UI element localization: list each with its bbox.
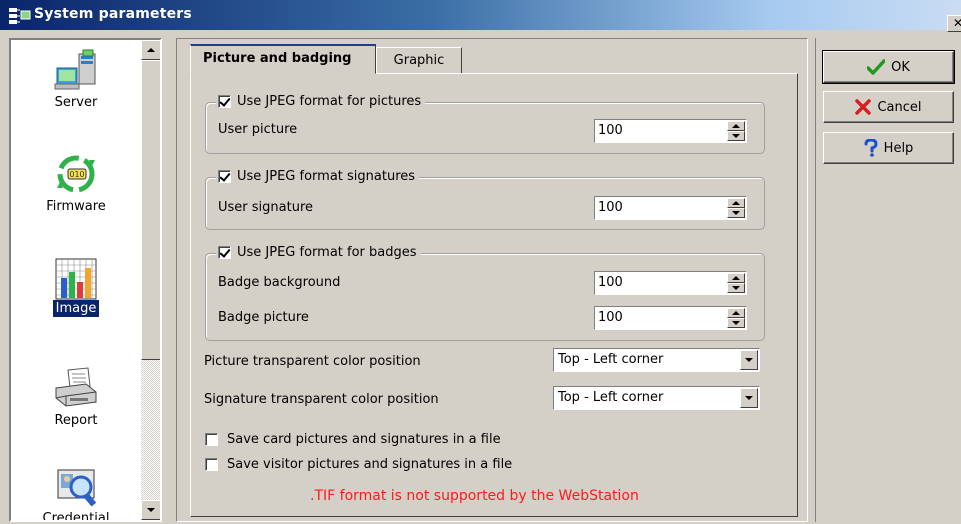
save-card-pictures-row[interactable]: Save card pictures and signatures in a f…: [205, 432, 501, 447]
credential-icon: [57, 469, 97, 507]
use-jpeg-badges-checkbox[interactable]: [218, 246, 231, 259]
arrow-up-icon: [732, 124, 740, 128]
group-legend: Use JPEG format signatures: [216, 169, 420, 184]
help-label: Help: [883, 140, 914, 156]
spinner-up-button[interactable]: [727, 273, 745, 283]
ok-button[interactable]: OK: [822, 50, 955, 84]
cancel-button[interactable]: Cancel: [823, 91, 954, 123]
window-title: System parameters: [34, 6, 192, 22]
spinner-down-button[interactable]: [727, 208, 745, 218]
category-list-scrollbar[interactable]: [141, 40, 160, 520]
spinner-down-button[interactable]: [727, 283, 745, 293]
category-list: Server 010 Firmware Image Report Credent…: [9, 38, 162, 522]
nav-item-firmware[interactable]: 010 Firmware: [11, 150, 141, 215]
badge-picture-spinner[interactable]: 100: [594, 306, 747, 330]
spinner-up-button[interactable]: [727, 308, 745, 318]
scroll-up-button[interactable]: [141, 40, 160, 60]
save-visitor-pictures-label: Save visitor pictures and signatures in …: [227, 457, 513, 472]
chevron-down-icon: [745, 358, 753, 362]
select-value: Top - Left corner: [558, 352, 664, 367]
spinner-down-button[interactable]: [727, 318, 745, 328]
checkmark-icon: [867, 59, 886, 75]
arrow-up-icon: [147, 48, 155, 52]
nav-label: Firmware: [46, 199, 106, 214]
scroll-thumb[interactable]: [141, 60, 160, 360]
spinner-up-button[interactable]: [727, 198, 745, 208]
ok-label: OK: [891, 59, 910, 75]
dropdown-button[interactable]: [740, 350, 758, 370]
arrow-down-icon: [732, 321, 740, 325]
chevron-down-icon: [745, 396, 753, 400]
title-bar: System parameters ✕: [0, 0, 961, 32]
spinner-value: 100: [598, 123, 623, 138]
printer-icon: [55, 367, 97, 407]
nav-item-report[interactable]: Report: [11, 366, 141, 429]
nav-label: Report: [54, 413, 98, 428]
arrow-down-icon: [732, 134, 740, 138]
picture-transparent-color-select[interactable]: Top - Left corner: [553, 348, 760, 372]
spinner-value: 100: [598, 275, 623, 290]
image-icon: [55, 258, 97, 300]
dropdown-button[interactable]: [740, 388, 758, 408]
spinner-up-button[interactable]: [727, 121, 745, 131]
nav-item-credential[interactable]: Credential: [11, 466, 141, 522]
user-picture-spinner[interactable]: 100: [594, 119, 747, 143]
cancel-label: Cancel: [877, 99, 922, 115]
badge-background-spinner[interactable]: 100: [594, 271, 747, 295]
help-button[interactable]: Help: [823, 132, 954, 164]
spinner-arrows: [727, 273, 745, 293]
nav-item-image[interactable]: Image: [11, 258, 141, 317]
spinner-arrows: [727, 308, 745, 328]
signature-transparent-color-select[interactable]: Top - Left corner: [553, 386, 760, 410]
save-card-pictures-label: Save card pictures and signatures in a f…: [227, 432, 501, 447]
firmware-icon: 010: [57, 155, 95, 193]
arrow-down-icon: [147, 508, 155, 512]
server-icon: [54, 49, 96, 90]
save-card-pictures-checkbox[interactable]: [205, 433, 218, 446]
close-button[interactable]: ✕: [947, 15, 961, 32]
arrow-down-icon: [732, 211, 740, 215]
use-jpeg-pictures-checkbox[interactable]: [218, 95, 231, 108]
spinner-value: 100: [598, 200, 623, 215]
svg-text:010: 010: [69, 170, 84, 179]
spinner-value: 100: [598, 310, 623, 325]
tif-warning-note: .TIF format is not supported by the WebS…: [310, 488, 639, 504]
scroll-down-button[interactable]: [141, 500, 160, 520]
arrow-up-icon: [732, 311, 740, 315]
save-visitor-pictures-row[interactable]: Save visitor pictures and signatures in …: [205, 457, 512, 472]
save-visitor-pictures-checkbox[interactable]: [205, 458, 218, 471]
user-picture-label: User picture: [218, 122, 298, 137]
nav-label: Server: [54, 95, 98, 110]
badge-background-label: Badge background: [218, 275, 341, 290]
use-jpeg-pictures-label: Use JPEG format for pictures: [237, 94, 422, 109]
tab-picture-and-badging[interactable]: Picture and badging: [190, 44, 376, 74]
x-icon: [855, 99, 872, 115]
badge-picture-label: Badge picture: [218, 310, 309, 325]
user-signature-spinner[interactable]: 100: [594, 196, 747, 220]
arrow-up-icon: [732, 201, 740, 205]
tab-graphic[interactable]: Graphic: [376, 47, 462, 74]
use-jpeg-badges-label: Use JPEG format for badges: [237, 245, 417, 260]
arrow-down-icon: [732, 286, 740, 290]
spinner-down-button[interactable]: [727, 131, 745, 141]
nav-label: Credential: [42, 511, 110, 522]
arrow-up-icon: [732, 276, 740, 280]
question-icon: [864, 139, 878, 157]
user-signature-label: User signature: [218, 200, 313, 215]
window-app-icon: [9, 8, 31, 24]
use-jpeg-signatures-label: Use JPEG format signatures: [237, 169, 416, 184]
signature-transparent-color-label: Signature transparent color position: [204, 392, 439, 407]
spinner-arrows: [727, 198, 745, 218]
nav-item-server[interactable]: Server: [11, 48, 141, 111]
group-legend: Use JPEG format for badges: [216, 245, 421, 260]
picture-transparent-color-label: Picture transparent color position: [204, 354, 421, 369]
select-value: Top - Left corner: [558, 390, 664, 405]
nav-label: Image: [52, 300, 100, 317]
group-legend: Use JPEG format for pictures: [216, 94, 426, 109]
spinner-arrows: [727, 121, 745, 141]
use-jpeg-signatures-checkbox[interactable]: [218, 170, 231, 183]
